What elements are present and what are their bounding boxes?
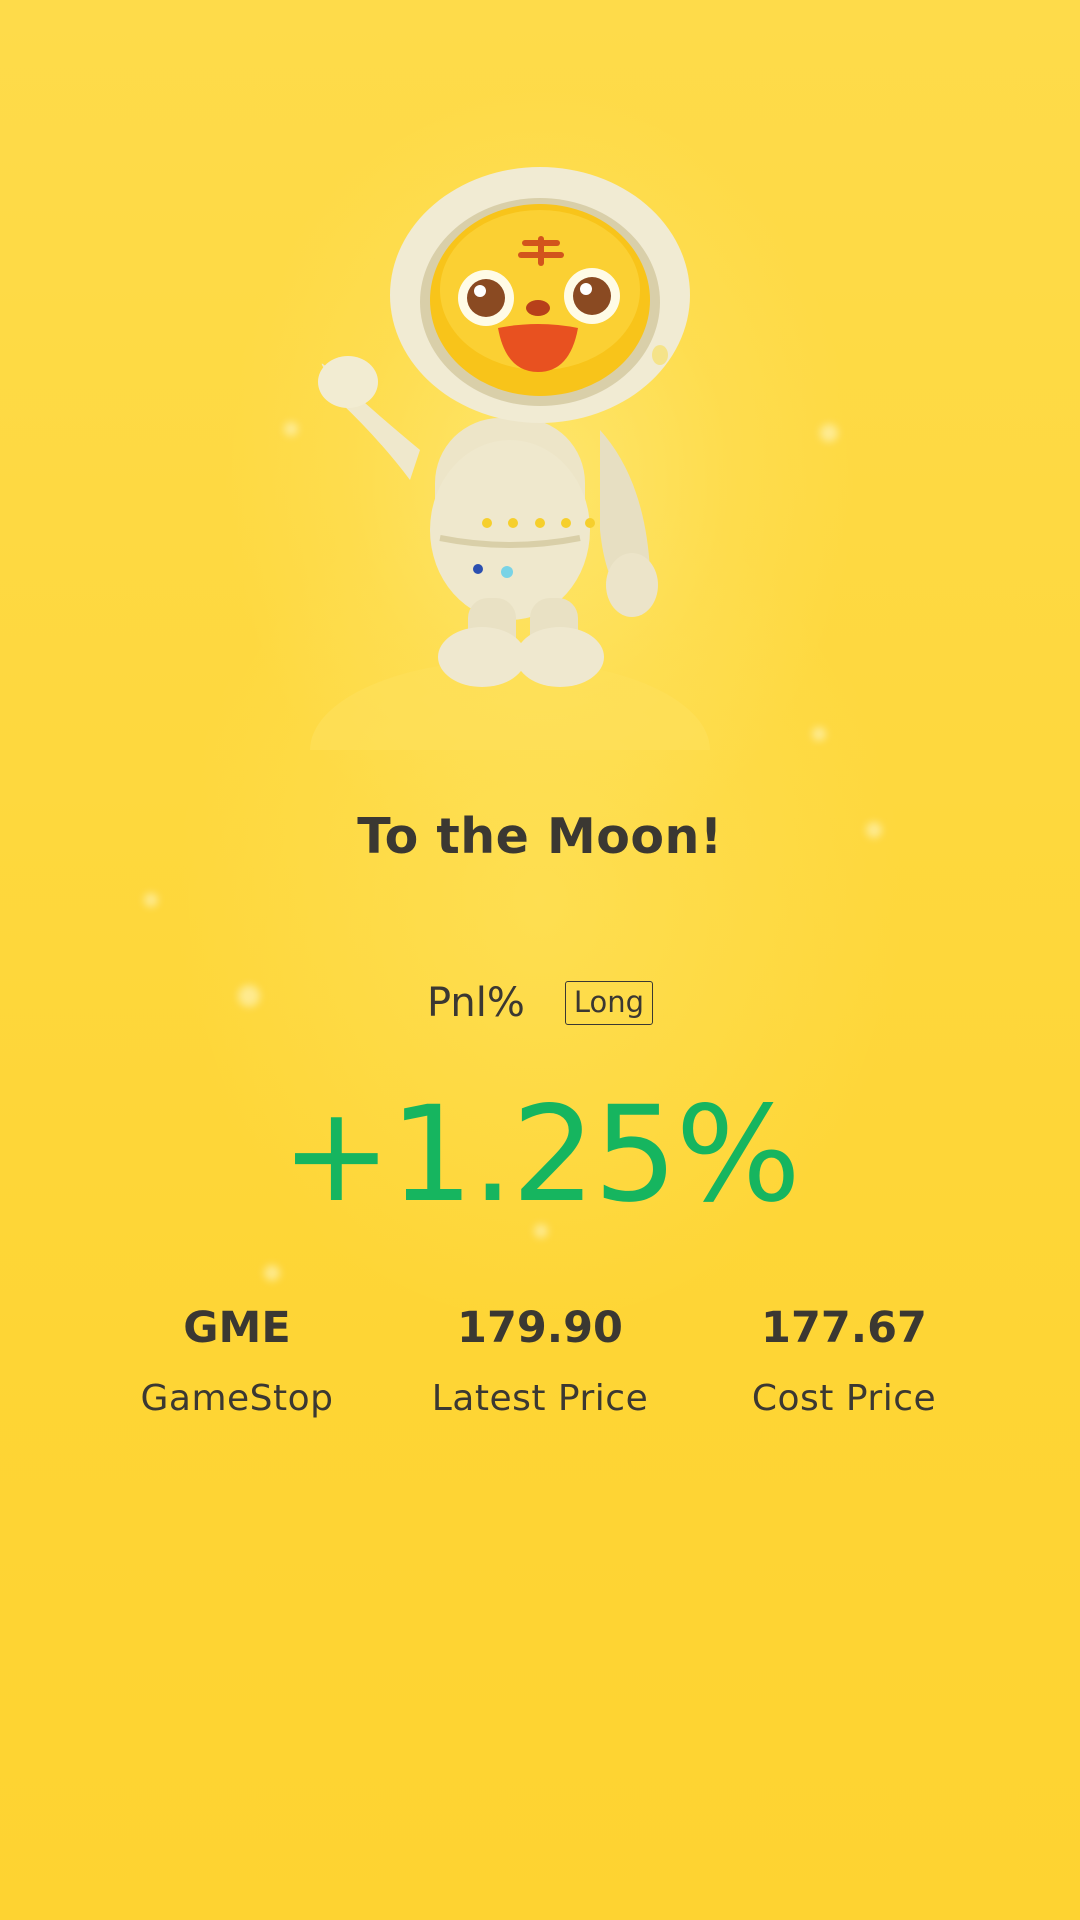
latest-price-value: 179.90	[457, 1303, 623, 1353]
pnl-percentage: +1.25%	[281, 1078, 801, 1232]
stat-ticker: GME GameStop	[77, 1300, 397, 1422]
pnl-header: Pnl% Long	[0, 980, 1080, 1026]
sparkle-decoration	[820, 424, 838, 442]
company-name: GameStop	[140, 1378, 334, 1419]
ticker-symbol: GME	[183, 1303, 291, 1353]
stat-cost-price: 177.67 Cost Price	[684, 1300, 1004, 1422]
cost-price-value: 177.67	[761, 1303, 927, 1353]
tiger-astronaut-mascot-icon	[310, 167, 710, 750]
sparkle-decoration	[144, 893, 158, 907]
position-direction-badge: Long	[564, 981, 654, 1025]
sparkle-decoration	[284, 422, 298, 436]
sparkle-decoration	[812, 727, 826, 741]
latest-price-label: Latest Price	[431, 1378, 649, 1419]
pnl-label: Pnl%	[426, 980, 525, 1026]
stat-latest-price: 179.90 Latest Price	[380, 1300, 700, 1422]
card-title: To the Moon!	[357, 808, 723, 865]
sparkle-decoration	[264, 1265, 280, 1281]
cost-price-label: Cost Price	[751, 1378, 937, 1419]
